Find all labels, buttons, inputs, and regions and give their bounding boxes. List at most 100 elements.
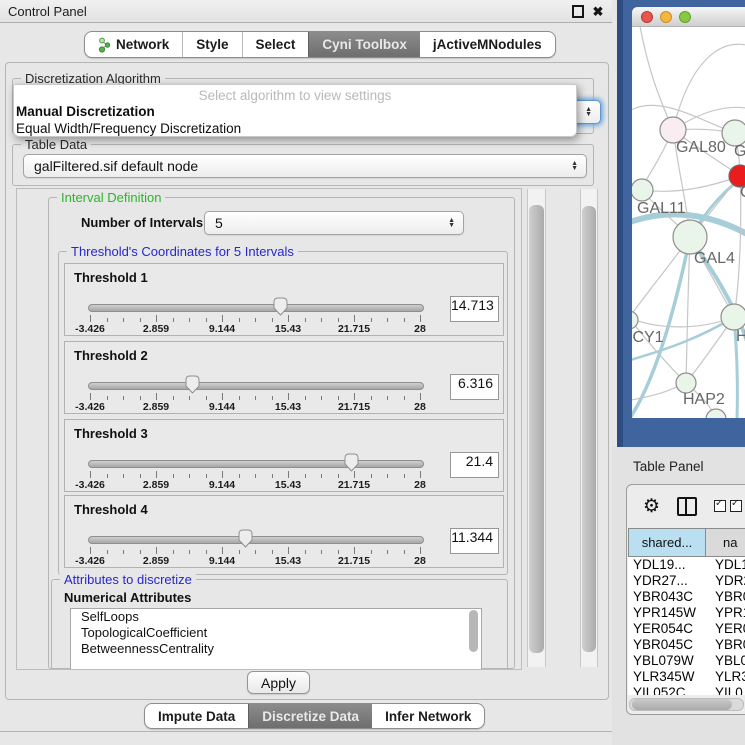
- slider-ticks: [90, 393, 420, 401]
- node-partial-h[interactable]: [721, 304, 745, 330]
- slider-handle[interactable]: [344, 453, 359, 472]
- slider-handle[interactable]: [238, 529, 253, 548]
- tab-jactivemnodules[interactable]: jActiveMNodules: [420, 32, 555, 57]
- threshold-3-slider[interactable]: -3.4262.8599.14415.4321.71528: [90, 420, 420, 491]
- algorithm-option[interactable]: Equal Width/Frequency Discretization: [14, 120, 576, 137]
- cyni-bottom-tabbar: Impute Data Discretize Data Infer Networ…: [144, 703, 485, 729]
- tab-impute-data-label: Impute Data: [158, 709, 235, 724]
- table-row[interactable]: YBR043CYBR0: [628, 589, 745, 605]
- node-label-partial-top-right: GA: [734, 143, 745, 160]
- slider-track[interactable]: [88, 460, 424, 468]
- slider-handle[interactable]: [273, 297, 288, 316]
- slider-tick-labels: -3.4262.8599.14415.4321.71528: [90, 479, 420, 490]
- tab-style[interactable]: Style: [182, 32, 241, 57]
- threshold-2-value-field[interactable]: 6.316: [450, 374, 499, 400]
- table-row[interactable]: YBR045CYBR0: [628, 637, 745, 653]
- node-hap2[interactable]: [676, 373, 696, 393]
- control-panel-tabbar: Network Style Select Cyni Toolbox jActiv…: [84, 31, 556, 58]
- tab-discretize-data[interactable]: Discretize Data: [248, 704, 372, 728]
- mac-minimize-button[interactable]: [661, 12, 672, 23]
- table-data-combobox-value: galFiltered.sif default node: [34, 158, 198, 174]
- algorithm-option-list: Manual DiscretizationEqual Width/Frequen…: [14, 103, 576, 137]
- combo-arrows-icon: ▲▼: [585, 107, 592, 117]
- mac-zoom-button[interactable]: [680, 12, 691, 23]
- mac-close-button[interactable]: [642, 12, 653, 23]
- slider-handle[interactable]: [185, 375, 200, 394]
- table-row[interactable]: YER054CYER0: [628, 621, 745, 637]
- table-header-row: shared... na: [628, 528, 745, 557]
- threshold-3-value-field[interactable]: 21.4: [450, 452, 499, 478]
- tab-select[interactable]: Select: [242, 32, 309, 57]
- checkbox-icon[interactable]: [730, 500, 742, 512]
- table-data-combobox[interactable]: galFiltered.sif default node ▲▼: [23, 154, 587, 178]
- threshold-1-slider[interactable]: -3.4262.8599.14415.4321.71528: [90, 264, 420, 335]
- threshold-4-slider[interactable]: -3.4262.8599.14415.4321.71528: [90, 496, 420, 567]
- tab-cyni-toolbox-label: Cyni Toolbox: [322, 37, 407, 52]
- node-label-gal80: GAL80: [676, 139, 726, 156]
- node-label-hap2: HAP2: [683, 391, 725, 408]
- attributes-group: Attributes to discretize Numerical Attri…: [51, 579, 508, 670]
- table-row[interactable]: YDL19...YDL1: [628, 557, 745, 573]
- numerical-attributes-list[interactable]: SelfLoopsTopologicalCoefficientBetweenne…: [70, 608, 482, 670]
- network-view[interactable]: GAL80 GA C GAL11 GAL4 GCY1 H HAP2: [617, 0, 745, 447]
- node-gal11[interactable]: [631, 179, 653, 201]
- tab-cyni-toolbox[interactable]: Cyni Toolbox: [308, 32, 420, 57]
- slider-tick-labels: -3.4262.8599.14415.4321.71528: [90, 555, 420, 566]
- node-gal4[interactable]: [673, 220, 707, 254]
- threshold-2-slider[interactable]: -3.4262.8599.14415.4321.71528: [90, 342, 420, 413]
- number-of-intervals-combobox[interactable]: 5 ▲▼: [204, 211, 464, 235]
- tab-infer-network[interactable]: Infer Network: [372, 704, 484, 728]
- attribute-list-item[interactable]: SelfLoops: [71, 609, 481, 625]
- algorithm-placeholder: Select algorithm to view settings: [14, 85, 576, 103]
- tab-network-label: Network: [116, 37, 169, 52]
- node-label-gal11: GAL11: [637, 200, 686, 217]
- scrollbar-thumb[interactable]: [632, 699, 732, 710]
- table-row[interactable]: YLR345WYLR3: [628, 669, 745, 685]
- table-body: YDL19...YDL1YDR27...YDR2YBR043CYBR0YPR14…: [628, 557, 745, 695]
- control-panel-title: Control Panel: [0, 4, 572, 19]
- checkbox-icon[interactable]: [714, 500, 726, 512]
- attributes-list-scrollbar[interactable]: [469, 610, 478, 652]
- table-row[interactable]: YPR145WYPR1: [628, 605, 745, 621]
- threshold-panel-4: Threshold 4 -3.4262.8599.14415.4321.7152…: [64, 495, 504, 568]
- table-horizontal-scrollbar[interactable]: [629, 698, 744, 711]
- settings-inner-scrollbar[interactable]: [527, 189, 546, 667]
- scrollbar-thumb[interactable]: [582, 206, 596, 652]
- slider-tick-labels: -3.4262.8599.14415.4321.71528: [90, 401, 420, 412]
- combo-arrows-icon: ▲▼: [571, 161, 578, 171]
- column-header-shared-name[interactable]: shared...: [628, 528, 706, 557]
- app-root: Control Panel ✖ Network Style Select Cyn…: [0, 0, 745, 745]
- slider-track[interactable]: [88, 382, 424, 390]
- table-row[interactable]: YBL079WYBL0: [628, 653, 745, 669]
- tab-impute-data[interactable]: Impute Data: [145, 704, 248, 728]
- attribute-list-item[interactable]: TopologicalCoefficient: [71, 625, 481, 641]
- thresholds-group-title: Threshold's Coordinates for 5 Intervals: [67, 244, 298, 259]
- control-panel-bottom-border: [0, 731, 612, 732]
- threshold-panel-2: Threshold 2 -3.4262.8599.14415.4321.7152…: [64, 341, 504, 414]
- threshold-4-value-field[interactable]: 11.344: [450, 528, 499, 554]
- table-row[interactable]: YDR27...YDR2: [628, 573, 745, 589]
- tab-discretize-data-label: Discretize Data: [262, 709, 359, 724]
- attribute-list-item[interactable]: BetweennessCentrality: [71, 641, 481, 657]
- gear-icon[interactable]: ⚙: [643, 497, 660, 516]
- algorithm-option[interactable]: Manual Discretization: [14, 103, 576, 120]
- scrollbar-thumb[interactable]: [529, 205, 544, 653]
- slider-tick-labels: -3.4262.8599.14415.4321.71528: [90, 323, 420, 334]
- split-columns-icon[interactable]: [677, 497, 697, 516]
- threshold-1-value-field[interactable]: 14.713: [450, 296, 499, 322]
- slider-ticks: [90, 547, 420, 555]
- column-header-name[interactable]: na: [706, 528, 745, 557]
- tab-network[interactable]: Network: [85, 32, 182, 57]
- table-row[interactable]: YIL052CYIL0: [628, 685, 745, 695]
- interval-definition-title: Interval Definition: [57, 190, 165, 205]
- slider-track[interactable]: [88, 536, 424, 544]
- tab-infer-network-label: Infer Network: [385, 709, 471, 724]
- close-panel-button[interactable]: ✖: [592, 5, 604, 17]
- table-data-group: Table Data galFiltered.sif default node …: [12, 144, 594, 186]
- apply-button[interactable]: Apply: [247, 671, 310, 694]
- slider-track[interactable]: [88, 304, 424, 312]
- attributes-group-title: Attributes to discretize: [60, 572, 196, 587]
- settings-outer-scrollbar[interactable]: [580, 189, 598, 667]
- float-window-button[interactable]: [572, 5, 584, 17]
- tab-jactivemnodules-label: jActiveMNodules: [433, 37, 542, 52]
